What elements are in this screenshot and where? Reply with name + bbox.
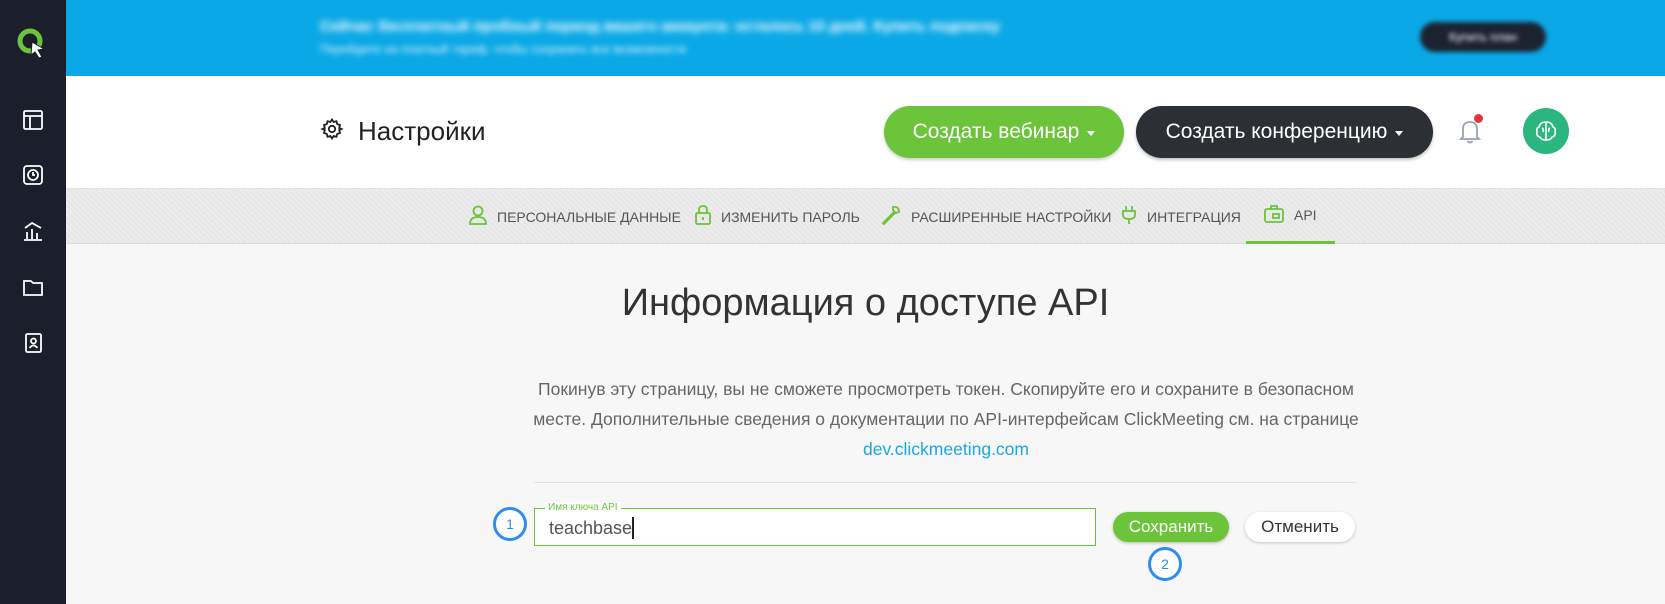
wrench-icon: [880, 204, 902, 229]
cancel-button[interactable]: Отменить: [1245, 512, 1355, 542]
tab-label: API: [1294, 207, 1317, 223]
lock-icon: [694, 204, 712, 229]
page-title-group: Настройки: [320, 116, 486, 147]
plug-icon: [1120, 204, 1138, 229]
settings-tabs: ПЕРСОНАЛЬНЫЕ ДАННЫЕ ИЗМЕНИТЬ ПАРОЛЬ РАСШ…: [66, 189, 1665, 244]
chevron-down-icon: [1087, 130, 1096, 136]
notification-badge: [1474, 114, 1483, 123]
page-header: Настройки Создать вебинар Создать конфер…: [66, 76, 1665, 189]
dev-docs-link[interactable]: dev.clickmeeting.com: [863, 439, 1029, 459]
tab-label: РАСШИРЕННЫЕ НАСТРОЙКИ: [911, 208, 1112, 225]
chevron-down-icon: [1395, 130, 1404, 136]
tab-api[interactable]: API: [1246, 189, 1335, 244]
create-webinar-label: Создать вебинар: [912, 120, 1080, 143]
divider: [534, 482, 1356, 483]
trial-banner: Сейчас бесплатный пробный период вашего …: [66, 0, 1665, 76]
banner-buy-button[interactable]: Купить план: [1420, 22, 1546, 52]
tab-label: ПЕРСОНАЛЬНЫЕ ДАННЫЕ: [497, 208, 681, 225]
statistics-icon[interactable]: [20, 218, 46, 244]
dashboard-icon[interactable]: [20, 107, 46, 133]
create-conference-label: Создать конференцию: [1165, 120, 1388, 143]
save-button[interactable]: Сохранить: [1113, 512, 1229, 542]
create-webinar-button[interactable]: Создать вебинар: [884, 106, 1124, 158]
api-info-title: Информация о доступе API: [621, 282, 1110, 324]
gear-icon: [320, 117, 344, 146]
avatar-brain-icon[interactable]: [1523, 108, 1569, 154]
api-icon: [1263, 204, 1285, 227]
step-marker-2: 2: [1148, 547, 1182, 581]
tab-label: ИЗМЕНИТЬ ПАРОЛЬ: [721, 208, 860, 225]
tab-advanced-settings[interactable]: РАСШИРЕННЫЕ НАСТРОЙКИ: [880, 189, 1112, 244]
clickmeeting-logo-icon[interactable]: [14, 24, 52, 62]
banner-subtext: Перейдите на платный тариф, чтобы сохран…: [320, 42, 687, 56]
api-description-text: Покинув эту страницу, вы не сможете прос…: [533, 379, 1359, 429]
tab-label: ИНТЕГРАЦИЯ: [1147, 208, 1241, 225]
contacts-book-icon[interactable]: [20, 330, 46, 356]
text-cursor: [632, 517, 634, 539]
tab-change-password[interactable]: ИЗМЕНИТЬ ПАРОЛЬ: [694, 189, 860, 244]
events-clock-icon[interactable]: [20, 162, 46, 188]
banner-text: Сейчас бесплатный пробный период вашего …: [320, 18, 1001, 35]
user-icon: [468, 204, 488, 229]
page-title: Настройки: [358, 116, 486, 146]
api-key-name-input[interactable]: [549, 517, 1069, 539]
create-conference-button[interactable]: Создать конференцию: [1136, 106, 1433, 158]
api-key-name-label: Имя ключа API: [545, 502, 621, 513]
tab-integration[interactable]: ИНТЕГРАЦИЯ: [1120, 189, 1241, 244]
step-marker-1: 1: [493, 507, 527, 541]
api-description: Покинув эту страницу, вы не сможете прос…: [530, 374, 1362, 464]
api-key-name-field[interactable]: Имя ключа API: [534, 502, 1096, 546]
tab-personal-data[interactable]: ПЕРСОНАЛЬНЫЕ ДАННЫЕ: [468, 189, 681, 244]
